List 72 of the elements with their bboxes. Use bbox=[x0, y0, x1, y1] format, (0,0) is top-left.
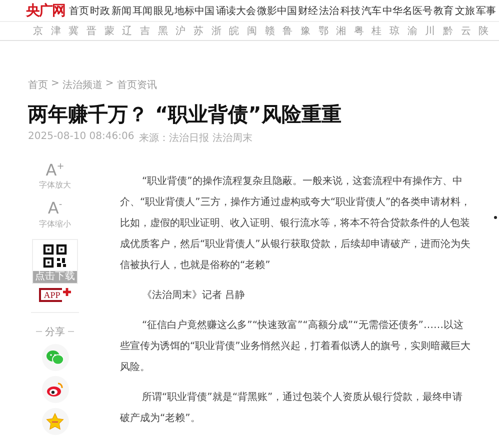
dot-icon bbox=[494, 216, 497, 219]
publish-date: 2025-08-10 08:46:06 bbox=[28, 131, 134, 144]
region-link[interactable]: 苏 bbox=[193, 24, 204, 38]
region-link[interactable]: 黑 bbox=[158, 24, 168, 38]
region-link[interactable]: 冀 bbox=[68, 24, 79, 38]
nav-link[interactable]: 中华名医号 bbox=[382, 4, 432, 18]
region-link[interactable]: 闽 bbox=[246, 24, 257, 38]
nav-link[interactable]: 科技 bbox=[340, 4, 360, 18]
nav-link[interactable]: 诵读大会 bbox=[216, 4, 256, 18]
region-link[interactable]: 辽 bbox=[122, 24, 132, 38]
breadcrumb-separator: > bbox=[51, 78, 60, 91]
region-link[interactable]: 琼 bbox=[390, 24, 400, 38]
breadcrumb-link[interactable]: 首页资讯 bbox=[116, 78, 157, 92]
tool-label: 字体放大 bbox=[39, 180, 71, 191]
tool-label: 字体缩小 bbox=[39, 218, 71, 230]
nav-link[interactable]: 时政 bbox=[90, 4, 110, 18]
star-button[interactable] bbox=[42, 408, 68, 435]
region-link[interactable]: 沪 bbox=[176, 24, 186, 38]
plus-icon bbox=[63, 288, 72, 296]
breadcrumb-link[interactable]: 首页 bbox=[28, 78, 48, 92]
region-link[interactable]: 豫 bbox=[300, 24, 310, 38]
qr-code-panel[interactable]: 点击下载 bbox=[32, 238, 78, 284]
region-link[interactable]: 鲁 bbox=[282, 24, 293, 38]
download-label: 点击下载 bbox=[33, 270, 77, 283]
share-label: 分享 bbox=[45, 326, 65, 339]
article-title: 两年赚千万？ “职业背债”风险重重 bbox=[28, 101, 342, 127]
region-link[interactable]: 渝 bbox=[407, 24, 418, 38]
site-logo[interactable]: 央广网 bbox=[26, 2, 65, 20]
region-link[interactable]: 陕 bbox=[478, 24, 489, 38]
chat-bubbles-button[interactable] bbox=[42, 344, 68, 371]
eye-logo-button[interactable] bbox=[42, 376, 68, 403]
region-link[interactable]: 津 bbox=[50, 24, 61, 38]
nav-link[interactable]: 微影中国 bbox=[256, 4, 297, 18]
region-link[interactable]: 京 bbox=[33, 24, 43, 38]
nav-link[interactable]: 新闻 bbox=[111, 4, 132, 18]
nav-link[interactable]: 眼见 bbox=[154, 4, 174, 18]
region-link[interactable]: 鄂 bbox=[318, 24, 328, 38]
app-label[interactable]: APP bbox=[38, 288, 62, 302]
nav-link[interactable]: 文旅 bbox=[454, 4, 475, 18]
nav-link[interactable]: 首页 bbox=[69, 4, 89, 18]
breadcrumb-link[interactable]: 法治频道 bbox=[62, 78, 102, 92]
breadcrumb-separator: > bbox=[105, 78, 114, 91]
region-link[interactable]: 云 bbox=[460, 24, 471, 38]
region-link[interactable]: 吉 bbox=[140, 24, 150, 38]
nav-link[interactable]: 法治 bbox=[319, 4, 340, 18]
article-paragraph: 《法治周末》记者 吕静 bbox=[141, 288, 246, 303]
region-link[interactable]: 赣 bbox=[264, 24, 275, 38]
nav-link[interactable]: 汽车 bbox=[361, 4, 382, 18]
region-link[interactable]: 浙 bbox=[211, 24, 222, 38]
nav-link[interactable]: 地标中国 bbox=[174, 4, 215, 18]
region-link[interactable]: 晋 bbox=[86, 24, 96, 38]
chat-bubbles-icon bbox=[46, 350, 64, 365]
font-increase-button[interactable]: A$^{+}$ bbox=[46, 159, 64, 178]
article-paragraph: 所谓“职业背债”就是“背黑账”，通过包装个人资质从银行贷款，最终申请破产成为“老赖”。 bbox=[120, 390, 464, 426]
eye-logo-icon bbox=[46, 382, 64, 397]
qr-code-icon bbox=[43, 244, 67, 268]
region-link[interactable]: 湘 bbox=[336, 24, 346, 38]
star-icon bbox=[46, 412, 64, 430]
article-source: 来源：法治日报 法治周末 bbox=[139, 132, 252, 145]
nav-link[interactable]: 耳闻 bbox=[132, 4, 152, 18]
nav-link[interactable]: 军事 bbox=[476, 4, 496, 18]
nav-link[interactable]: 财经 bbox=[298, 4, 318, 18]
article-paragraph: “职业背债”的操作流程复杂且隐蔽。一般来说，这套流程中有操作方、中介、“职业背债人”三方，操作方通过虚构或夸大“职业背债人”的各类申请材料，比如，虚假的职业证明、收入证明、银行流水等，将本不符合贷款条件的人包装成优质客户，然后“职业背债人”从银行获取贷款，后续却申请破产，进而沦为失信被执行人，也就是俗称的“老赖” bbox=[120, 174, 472, 273]
font-decrease-button[interactable]: A$^{-}$ bbox=[48, 197, 62, 217]
region-link[interactable]: 川 bbox=[425, 24, 436, 38]
region-link[interactable]: 黔 bbox=[443, 24, 454, 38]
region-link[interactable]: 皖 bbox=[229, 24, 240, 38]
nav-link[interactable]: 教育 bbox=[434, 4, 454, 18]
region-link[interactable]: 蒙 bbox=[104, 24, 114, 38]
region-link[interactable]: 粤 bbox=[354, 24, 364, 38]
article-paragraph: “征信白户竟然赚这么多”“快速致富”“高额分成”“无需偿还债务”……以这些宣传为诱饵的“职业背债”业务悄然兴起，打着看似诱人的旗号，实则暗藏巨大风险。 bbox=[120, 318, 472, 375]
region-link[interactable]: 桂 bbox=[372, 24, 382, 38]
